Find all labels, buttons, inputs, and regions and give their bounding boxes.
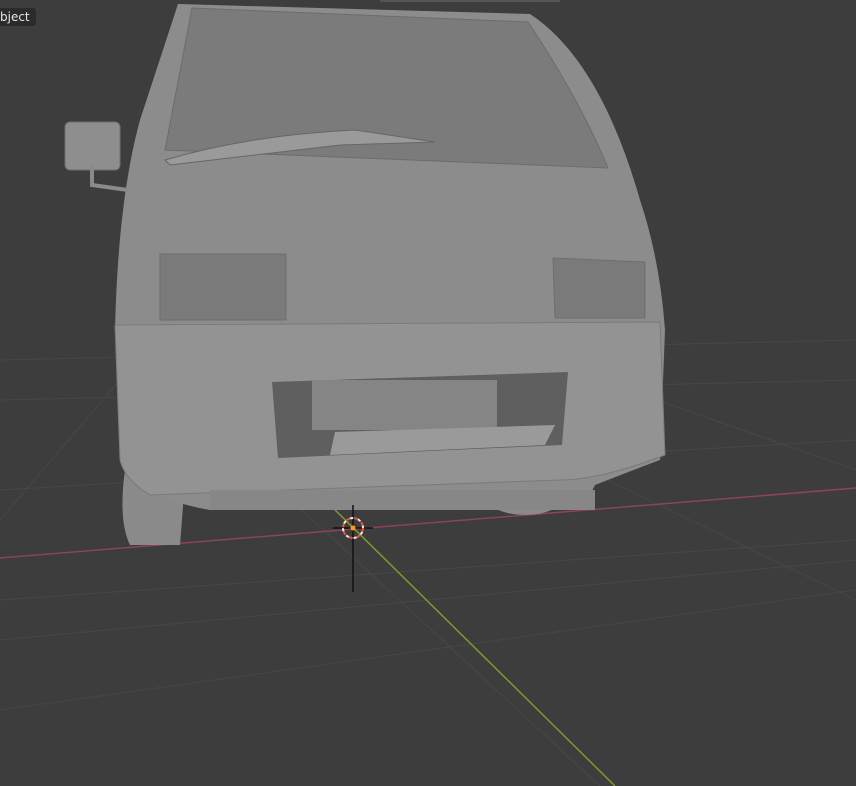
object-mode-label: bject bbox=[0, 8, 36, 26]
y-axis-line bbox=[324, 499, 616, 786]
van-mesh[interactable] bbox=[64, 4, 666, 545]
object-origin bbox=[350, 525, 356, 531]
header-edge bbox=[380, 0, 560, 2]
3d-cursor-icon[interactable] bbox=[333, 505, 373, 592]
3d-viewport[interactable]: bject bbox=[0, 0, 856, 786]
viewport-scene[interactable] bbox=[0, 0, 856, 786]
